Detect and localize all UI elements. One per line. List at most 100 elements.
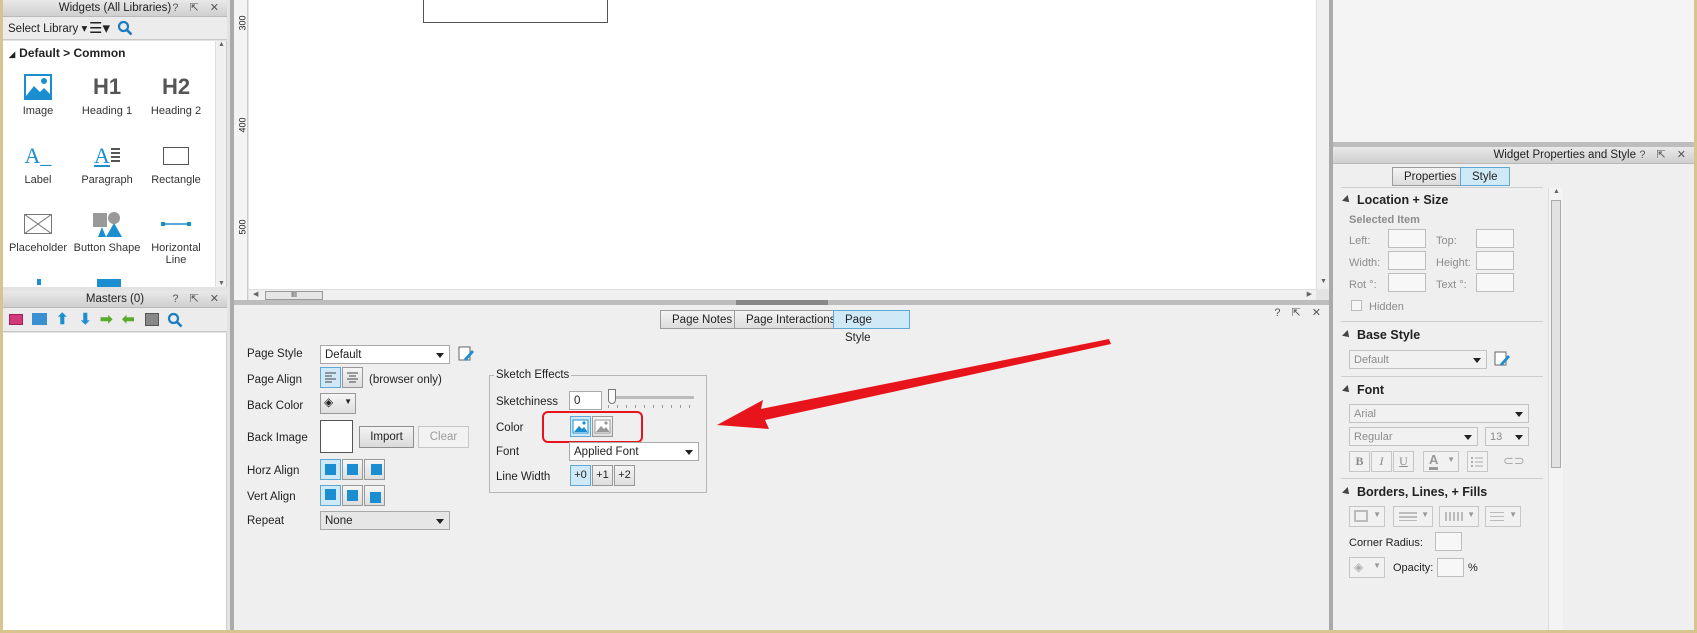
- outdent-icon[interactable]: ⬅: [122, 310, 135, 328]
- horz-align-left-button[interactable]: [320, 459, 341, 480]
- tab-page-style[interactable]: Page Style: [833, 310, 910, 344]
- font-color-button[interactable]: A ▼: [1423, 451, 1459, 472]
- tab-page-interactions[interactable]: Page Interactions: [734, 310, 848, 329]
- props-scroll-thumb[interactable]: [1551, 200, 1561, 468]
- selected-item-label: Selected Item: [1349, 214, 1420, 226]
- delete-master-icon[interactable]: [145, 313, 159, 326]
- font-section[interactable]: Font: [1343, 383, 1384, 397]
- button-shape-icon: [93, 212, 122, 237]
- import-button[interactable]: Import: [359, 426, 414, 448]
- hidden-label: Hidden: [1369, 301, 1404, 313]
- widget-group-header[interactable]: ◢ Default > Common: [9, 46, 126, 60]
- top-input[interactable]: [1476, 229, 1514, 248]
- sketch-font-dropdown[interactable]: Applied Font: [569, 442, 699, 461]
- bullet-list-button[interactable]: [1467, 451, 1488, 472]
- widget-button-shape[interactable]: Button Shape: [72, 206, 142, 254]
- masters-list[interactable]: [3, 333, 227, 630]
- horizontal-line-icon: [161, 222, 191, 226]
- link-icon[interactable]: ⊂⊃: [1503, 453, 1525, 469]
- widget-image[interactable]: Image: [3, 69, 73, 117]
- line-width-1-button[interactable]: +1: [592, 465, 613, 486]
- widget-heading-1[interactable]: H1 Heading 1: [72, 69, 142, 117]
- tab-page-notes[interactable]: Page Notes: [660, 310, 745, 329]
- tab-style[interactable]: Style: [1460, 167, 1510, 186]
- page-tabs: Page Notes Page Interactions Page Style: [660, 310, 910, 344]
- tab-properties[interactable]: Properties: [1392, 167, 1469, 186]
- widget-paragraph[interactable]: A Paragraph: [72, 138, 142, 186]
- masters-toolbar: ⬆ ⬇ ➡ ⬅: [3, 308, 227, 332]
- edit-style-icon[interactable]: [458, 345, 474, 363]
- search-icon[interactable]: [117, 20, 133, 36]
- font-size-dropdown[interactable]: 13: [1485, 427, 1529, 446]
- location-size-section[interactable]: Location + Size: [1343, 193, 1448, 207]
- repeat-dropdown[interactable]: None: [320, 511, 450, 530]
- add-folder-icon[interactable]: [32, 313, 47, 325]
- panel-title-buttons[interactable]: ? ⇱ ✕: [1274, 306, 1325, 319]
- back-color-picker[interactable]: ◈ ▼: [320, 393, 356, 414]
- widget-placeholder[interactable]: Placeholder: [3, 206, 73, 254]
- line-pattern-button[interactable]: ▼: [1439, 506, 1479, 527]
- base-style-dropdown[interactable]: Default: [1349, 350, 1487, 369]
- panel-title-buttons[interactable]: ? ⇱ ✕: [1639, 147, 1690, 164]
- select-library-dropdown[interactable]: Select Library ▾: [8, 21, 87, 35]
- underline-button[interactable]: U: [1393, 451, 1414, 472]
- widget-horizontal-line[interactable]: Horizontal Line: [141, 206, 211, 266]
- menu-icon[interactable]: ☰▾: [89, 19, 110, 37]
- widget-label-item[interactable]: A_ Label: [3, 138, 73, 186]
- props-panel-title: Widget Properties and Style ? ⇱ ✕: [1333, 147, 1694, 164]
- align-center-button[interactable]: [342, 367, 363, 388]
- widget-heading-2[interactable]: H2 Heading 2: [141, 69, 211, 117]
- bold-button[interactable]: B: [1349, 451, 1370, 472]
- fill-color-button[interactable]: ◈ ▼: [1349, 557, 1385, 578]
- font-family-dropdown[interactable]: Arial: [1349, 404, 1529, 423]
- left-input[interactable]: [1388, 229, 1426, 248]
- line-width-0-button[interactable]: +0: [570, 465, 591, 486]
- widget-rectangle[interactable]: Rectangle: [141, 138, 211, 186]
- design-canvas[interactable]: [249, 0, 1316, 289]
- search-masters-icon[interactable]: [167, 312, 183, 328]
- line-width-2-button[interactable]: +2: [614, 465, 635, 486]
- panel-title-buttons[interactable]: ? ⇱ ✕: [172, 0, 223, 17]
- height-input[interactable]: [1476, 251, 1514, 270]
- canvas-horizontal-scrollbar[interactable]: ◀ III ▶: [249, 289, 1316, 300]
- canvas-vertical-scrollbar[interactable]: ▼: [1316, 0, 1329, 289]
- props-panel-title-text: Widget Properties and Style: [1493, 149, 1636, 161]
- border-color-button[interactable]: ▼: [1349, 506, 1385, 527]
- scroll-thumb[interactable]: III: [265, 291, 323, 300]
- edit-base-style-icon[interactable]: [1494, 350, 1510, 368]
- font-weight-dropdown[interactable]: Regular: [1349, 427, 1478, 446]
- props-scrollbar[interactable]: ▲: [1548, 188, 1563, 630]
- arrow-style-button[interactable]: ▼: [1485, 506, 1521, 527]
- text-rotation-input[interactable]: [1476, 273, 1514, 292]
- horz-align-center-button[interactable]: [342, 459, 363, 480]
- vert-align-bottom-button[interactable]: [364, 485, 385, 506]
- base-style-section[interactable]: Base Style: [1343, 328, 1420, 342]
- panel-title-buttons[interactable]: ? ⇱ ✕: [172, 291, 223, 308]
- back-image-preview[interactable]: [320, 420, 353, 453]
- opacity-input[interactable]: [1437, 558, 1464, 577]
- move-down-icon[interactable]: ⬇: [79, 310, 92, 328]
- move-up-icon[interactable]: ⬆: [56, 310, 69, 328]
- widgets-scrollbar[interactable]: ▲ ▼: [215, 41, 226, 287]
- width-input[interactable]: [1388, 251, 1426, 270]
- widgets-list: ◢ Default > Common Image H1 Heading 1 H2 …: [3, 41, 227, 287]
- canvas-rectangle-widget[interactable]: [423, 0, 608, 23]
- sketchiness-input[interactable]: 0: [569, 391, 602, 410]
- borders-section[interactable]: Borders, Lines, + Fills: [1343, 485, 1487, 499]
- page-style-dropdown[interactable]: Default: [320, 345, 450, 364]
- align-left-button[interactable]: [320, 367, 341, 388]
- clear-button[interactable]: Clear: [418, 426, 469, 448]
- line-thickness-button[interactable]: ▼: [1393, 506, 1433, 527]
- vert-align-middle-button[interactable]: [342, 485, 363, 506]
- rotation-input[interactable]: [1388, 273, 1426, 292]
- sketchiness-slider-thumb[interactable]: [608, 389, 616, 404]
- indent-icon[interactable]: ➡: [100, 310, 113, 328]
- corner-radius-input[interactable]: [1435, 532, 1462, 551]
- hidden-checkbox[interactable]: [1351, 300, 1362, 311]
- italic-button[interactable]: I: [1371, 451, 1392, 472]
- vert-align-top-button[interactable]: [320, 485, 341, 506]
- sketchiness-slider-track[interactable]: [608, 396, 694, 399]
- list-icon: [1471, 457, 1483, 467]
- horz-align-right-button[interactable]: [364, 459, 385, 480]
- add-master-icon[interactable]: [9, 314, 23, 325]
